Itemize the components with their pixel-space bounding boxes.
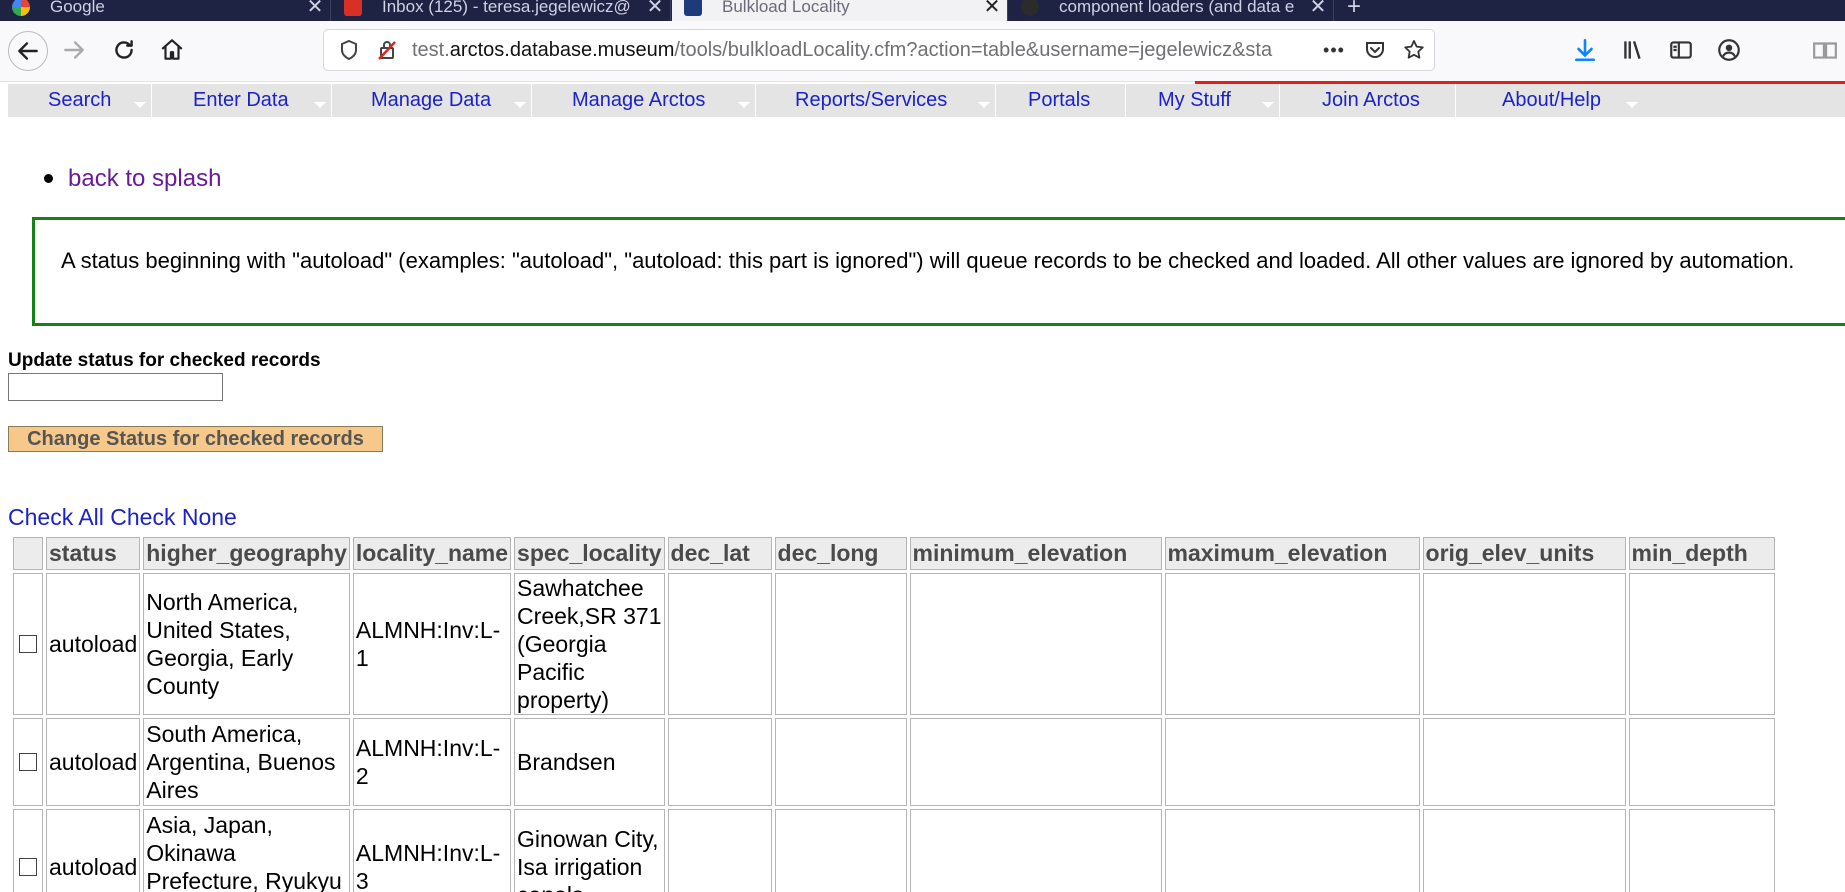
min-depth-cell — [1628, 718, 1775, 806]
dec-long-cell — [774, 809, 907, 892]
locality-name-cell: ALMNH:Inv:L-2 — [352, 718, 512, 806]
header-dec-lat: dec_lat — [667, 537, 772, 570]
spec-locality-cell: Ginowan City, Isa irrigation canals — [514, 809, 665, 892]
dec-long-cell — [774, 718, 907, 806]
table-viewport: status higher_geography locality_name sp… — [0, 0, 1845, 892]
spec-locality-cell: Sawhatchee Creek,SR 371 (Georgia Pacific… — [514, 573, 665, 715]
status-cell: autoload — [46, 809, 141, 892]
min-depth-cell — [1628, 573, 1775, 715]
dec-lat-cell — [667, 573, 772, 715]
dec-lat-cell — [667, 809, 772, 892]
spec-locality-cell: Brandsen — [514, 718, 665, 806]
header-min-depth: min_depth — [1628, 537, 1775, 570]
header-locality-name: locality_name — [352, 537, 512, 570]
row-checkbox[interactable] — [19, 753, 37, 771]
header-checkbox — [13, 537, 43, 570]
status-cell: autoload — [46, 573, 141, 715]
locality-name-cell: ALMNH:Inv:L-3 — [352, 809, 512, 892]
status-cell: autoload — [46, 718, 141, 806]
orig-elev-units-cell — [1422, 809, 1626, 892]
higher-geography-cell: South America, Argentina, Buenos Aires — [143, 718, 350, 806]
header-status: status — [46, 537, 141, 570]
header-row: status higher_geography locality_name sp… — [13, 537, 1775, 570]
row-checkbox[interactable] — [19, 857, 37, 876]
higher-geography-cell: Asia, Japan, Okinawa Prefecture, Ryukyu … — [143, 809, 350, 892]
orig-elev-units-cell — [1422, 573, 1626, 715]
row-checkbox[interactable] — [19, 635, 37, 653]
table-row: autoload South America, Argentina, Bueno… — [13, 718, 1775, 806]
bulkload-table: status higher_geography locality_name sp… — [10, 534, 1778, 892]
header-dec-long: dec_long — [774, 537, 907, 570]
header-higher-geography: higher_geography — [143, 537, 350, 570]
orig-elev-units-cell — [1422, 718, 1626, 806]
table-row: autoload North America, United States, G… — [13, 573, 1775, 715]
minimum-elevation-cell — [909, 718, 1162, 806]
min-depth-cell — [1628, 809, 1775, 892]
locality-name-cell: ALMNH:Inv:L-1 — [352, 573, 512, 715]
dec-long-cell — [774, 573, 907, 715]
row-select-cell — [13, 718, 43, 806]
maximum-elevation-cell — [1164, 573, 1420, 715]
maximum-elevation-cell — [1164, 718, 1420, 806]
header-spec-locality: spec_locality — [514, 537, 665, 570]
minimum-elevation-cell — [909, 573, 1162, 715]
header-orig-elev-units: orig_elev_units — [1422, 537, 1626, 570]
minimum-elevation-cell — [909, 809, 1162, 892]
row-select-cell — [13, 809, 43, 892]
higher-geography-cell: North America, United States, Georgia, E… — [143, 573, 350, 715]
row-select-cell — [13, 573, 43, 715]
table-row: autoload Asia, Japan, Okinawa Prefecture… — [13, 809, 1775, 892]
header-maximum-elevation: maximum_elevation — [1164, 537, 1420, 570]
maximum-elevation-cell — [1164, 809, 1420, 892]
header-minimum-elevation: minimum_elevation — [909, 537, 1162, 570]
dec-lat-cell — [667, 718, 772, 806]
